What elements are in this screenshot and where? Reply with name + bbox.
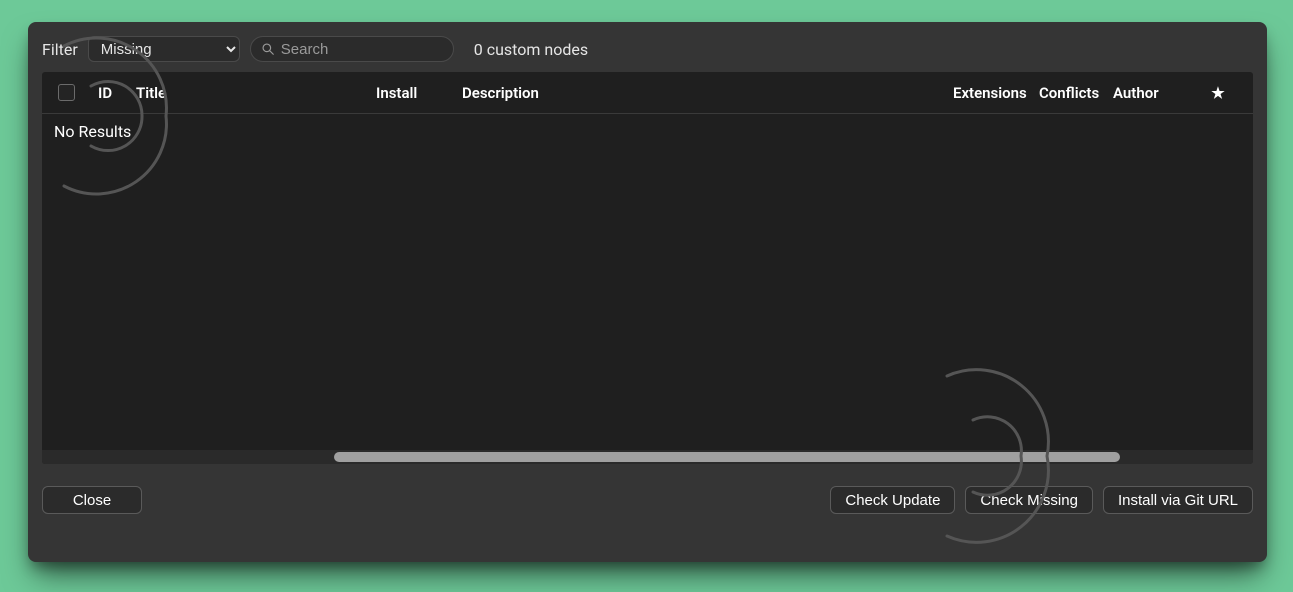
star-icon: ★ xyxy=(1211,84,1224,102)
column-author[interactable]: Author xyxy=(1105,84,1201,102)
results-table: ID Title Install Description Extensions … xyxy=(42,72,1253,464)
check-update-button[interactable]: Check Update xyxy=(830,486,955,514)
search-box[interactable] xyxy=(250,36,454,62)
status-text: 0 custom nodes xyxy=(474,40,588,59)
table-header: ID Title Install Description Extensions … xyxy=(42,72,1253,114)
footer: Close Check Update Check Missing Install… xyxy=(28,464,1267,514)
check-missing-button[interactable]: Check Missing xyxy=(965,486,1093,514)
column-favorite[interactable]: ★ xyxy=(1201,84,1235,102)
no-results-text: No Results xyxy=(54,122,131,141)
filter-select[interactable]: Missing xyxy=(88,36,240,62)
search-input[interactable] xyxy=(281,41,480,58)
column-description[interactable]: Description xyxy=(454,84,945,102)
topbar: Filter Missing 0 custom nodes xyxy=(28,22,1267,72)
column-id[interactable]: ID xyxy=(90,84,128,102)
horizontal-scrollbar-track[interactable] xyxy=(42,450,1253,464)
table-body: No Results xyxy=(42,114,1253,464)
column-title[interactable]: Title xyxy=(128,84,368,102)
select-all-checkbox[interactable] xyxy=(58,84,75,101)
install-git-url-button[interactable]: Install via Git URL xyxy=(1103,486,1253,514)
custom-nodes-dialog: Filter Missing 0 custom nodes ID Title xyxy=(28,22,1267,562)
horizontal-scrollbar-thumb[interactable] xyxy=(334,452,1120,462)
close-button[interactable]: Close xyxy=(42,486,142,514)
column-extensions[interactable]: Extensions xyxy=(945,84,1031,102)
column-conflicts[interactable]: Conflicts xyxy=(1031,84,1105,102)
search-icon xyxy=(261,42,275,56)
column-install[interactable]: Install xyxy=(368,84,454,102)
filter-label: Filter xyxy=(42,40,78,59)
